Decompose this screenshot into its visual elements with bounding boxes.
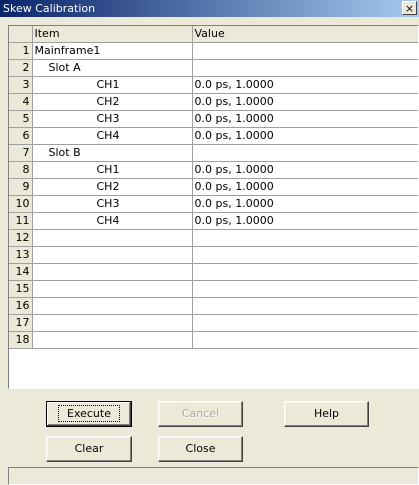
value-cell[interactable] [192,331,418,349]
table-row[interactable]: 12 [9,229,418,247]
table-row[interactable]: 3 CH1 0.0 ps, 1.0000 [9,76,418,94]
window-title: Skew Calibration [3,2,96,15]
row-number[interactable]: 7 [9,144,33,162]
close-button[interactable]: Close [158,436,243,462]
item-cell[interactable]: Slot B [32,144,193,162]
table-row[interactable]: 7 Slot B [9,144,418,162]
row-number[interactable]: 18 [9,331,33,349]
help-button[interactable]: Help [284,401,369,427]
value-cell[interactable] [192,42,418,60]
table-row[interactable]: 1 Mainframe1 [9,42,418,60]
grid-corner-cell[interactable] [9,26,33,43]
table-row[interactable]: 6 CH4 0.0 ps, 1.0000 [9,127,418,145]
row-number[interactable]: 9 [9,178,33,196]
value-cell[interactable] [192,314,418,332]
row-number[interactable]: 16 [9,297,33,315]
table-row[interactable]: 5 CH3 0.0 ps, 1.0000 [9,110,418,128]
close-icon[interactable]: × [402,1,417,15]
item-cell[interactable]: CH4 [32,127,193,145]
table-row[interactable]: 8 CH1 0.0 ps, 1.0000 [9,161,418,179]
grid-table: Item Value 1 Mainframe1 2 Slot A 3 CH1 0.0 ps,… [9,26,418,349]
value-cell[interactable] [192,297,418,315]
row-number[interactable]: 14 [9,263,33,281]
value-cell[interactable] [192,229,418,247]
status-bar [8,467,419,485]
grid-header-row: Item Value [9,26,418,43]
table-row[interactable]: 15 [9,280,418,298]
table-row[interactable]: 4 CH2 0.0 ps, 1.0000 [9,93,418,111]
item-cell[interactable] [32,314,193,332]
value-cell[interactable] [192,144,418,162]
item-cell[interactable] [32,297,193,315]
item-cell[interactable]: CH2 [32,178,193,196]
calibration-grid[interactable]: Item Value 1 Mainframe1 2 Slot A 3 CH1 0.0 ps,… [8,25,419,389]
table-row[interactable]: 13 [9,246,418,264]
value-cell[interactable]: 0.0 ps, 1.0000 [192,178,418,196]
table-row[interactable]: 14 [9,263,418,281]
item-cell[interactable] [32,246,193,264]
row-number[interactable]: 10 [9,195,33,213]
value-cell[interactable] [192,59,418,77]
table-row[interactable]: 9 CH2 0.0 ps, 1.0000 [9,178,418,196]
row-number[interactable]: 5 [9,110,33,128]
item-cell[interactable]: Mainframe1 [32,42,193,60]
row-number[interactable]: 15 [9,280,33,298]
clear-button[interactable]: Clear [46,436,132,462]
row-number[interactable]: 11 [9,212,33,230]
value-cell[interactable]: 0.0 ps, 1.0000 [192,212,418,230]
value-cell[interactable] [192,246,418,264]
execute-button[interactable]: Execute [46,401,132,427]
table-row[interactable]: 16 [9,297,418,315]
item-cell[interactable] [32,280,193,298]
execute-button-label: Execute [58,405,120,422]
cancel-button: Cancel [158,401,243,427]
value-cell[interactable]: 0.0 ps, 1.0000 [192,76,418,94]
table-row[interactable]: 10 CH3 0.0 ps, 1.0000 [9,195,418,213]
table-row[interactable]: 18 [9,331,418,349]
row-number[interactable]: 2 [9,59,33,77]
row-number[interactable]: 13 [9,246,33,264]
item-cell[interactable]: Slot A [32,59,193,77]
item-cell[interactable]: CH3 [32,195,193,213]
item-cell[interactable] [32,229,193,247]
item-cell[interactable] [32,331,193,349]
value-cell[interactable]: 0.0 ps, 1.0000 [192,110,418,128]
value-cell[interactable]: 0.0 ps, 1.0000 [192,93,418,111]
table-row[interactable]: 2 Slot A [9,59,418,77]
table-row[interactable]: 17 [9,314,418,332]
row-number[interactable]: 1 [9,42,33,60]
item-cell[interactable]: CH1 [32,161,193,179]
row-number[interactable]: 4 [9,93,33,111]
value-cell[interactable] [192,280,418,298]
row-number[interactable]: 3 [9,76,33,94]
value-cell[interactable]: 0.0 ps, 1.0000 [192,127,418,145]
item-cell[interactable]: CH4 [32,212,193,230]
column-header-item[interactable]: Item [32,26,193,43]
item-cell[interactable]: CH3 [32,110,193,128]
item-cell[interactable]: CH1 [32,76,193,94]
item-cell[interactable]: CH2 [32,93,193,111]
row-number[interactable]: 12 [9,229,33,247]
item-cell[interactable] [32,263,193,281]
value-cell[interactable] [192,263,418,281]
row-number[interactable]: 8 [9,161,33,179]
title-bar: Skew Calibration × [0,0,419,17]
row-number[interactable]: 6 [9,127,33,145]
row-number[interactable]: 17 [9,314,33,332]
value-cell[interactable]: 0.0 ps, 1.0000 [192,161,418,179]
value-cell[interactable]: 0.0 ps, 1.0000 [192,195,418,213]
table-row[interactable]: 11 CH4 0.0 ps, 1.0000 [9,212,418,230]
column-header-value[interactable]: Value [192,26,418,43]
